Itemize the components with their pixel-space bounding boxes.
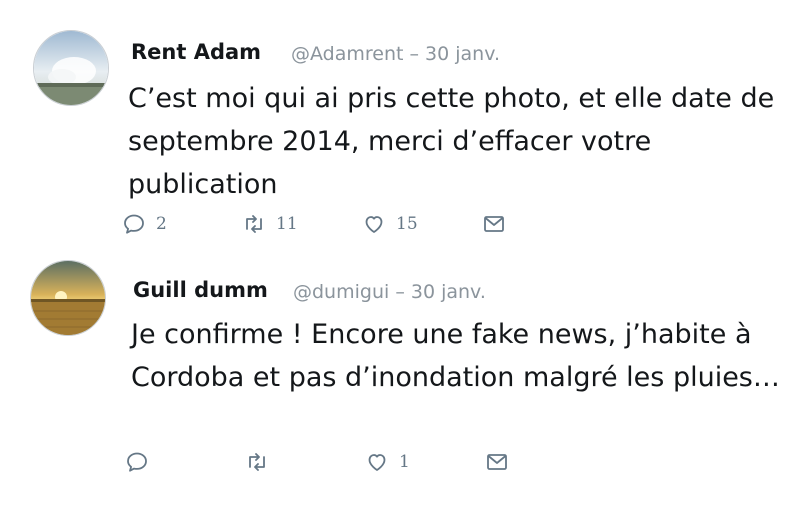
direct-message-button[interactable]	[482, 212, 506, 236]
display-name[interactable]: Rent Adam	[131, 40, 261, 64]
tweet-text: Je confirme ! Encore une fake news, j’ha…	[131, 319, 780, 393]
reply-button[interactable]: 2	[122, 212, 167, 236]
display-name[interactable]: Guill dumm	[133, 278, 268, 302]
landscape-photo-avatar-icon	[34, 31, 108, 105]
reply-icon	[124, 214, 144, 234]
heart-icon	[365, 216, 383, 233]
like-count: 15	[396, 214, 418, 234]
retweet-button[interactable]	[245, 450, 279, 474]
direct-message-button[interactable]	[485, 450, 509, 474]
user-avatar[interactable]	[30, 260, 106, 336]
tweet-date[interactable]: 30 janv.	[411, 281, 486, 303]
sunset-field-avatar-icon	[31, 261, 105, 335]
retweet-count: 11	[276, 214, 298, 234]
tweet: Rent Adam @Adamrent – 30 janv. C’est moi…	[0, 0, 799, 250]
tweet: Guill dumm @dumigui – 30 janv. Je confir…	[0, 250, 799, 522]
like-button[interactable]: 15	[362, 212, 418, 236]
reply-icon	[127, 452, 147, 472]
like-count: 1	[399, 452, 410, 472]
user-handle[interactable]: @Adamrent	[291, 43, 403, 65]
tweet-date[interactable]: 30 janv.	[425, 43, 500, 65]
user-avatar[interactable]	[33, 30, 109, 106]
heart-icon	[368, 454, 386, 471]
separator: –	[409, 43, 420, 65]
envelope-icon	[484, 216, 504, 232]
retweet-icon	[249, 453, 265, 471]
reply-count: 2	[156, 214, 167, 234]
retweet-button[interactable]: 11	[242, 212, 298, 236]
separator: –	[395, 281, 405, 303]
handle-and-date[interactable]: @dumigui – 30 janv.	[293, 281, 486, 303]
envelope-icon	[487, 454, 507, 470]
reply-button[interactable]	[125, 450, 159, 474]
user-handle[interactable]: @dumigui	[293, 281, 389, 303]
handle-and-date[interactable]: @Adamrent – 30 janv.	[291, 43, 500, 65]
tweet-text: C’est moi qui ai pris cette photo, et el…	[128, 83, 775, 200]
like-button[interactable]: 1	[365, 450, 410, 474]
retweet-icon	[246, 215, 262, 233]
